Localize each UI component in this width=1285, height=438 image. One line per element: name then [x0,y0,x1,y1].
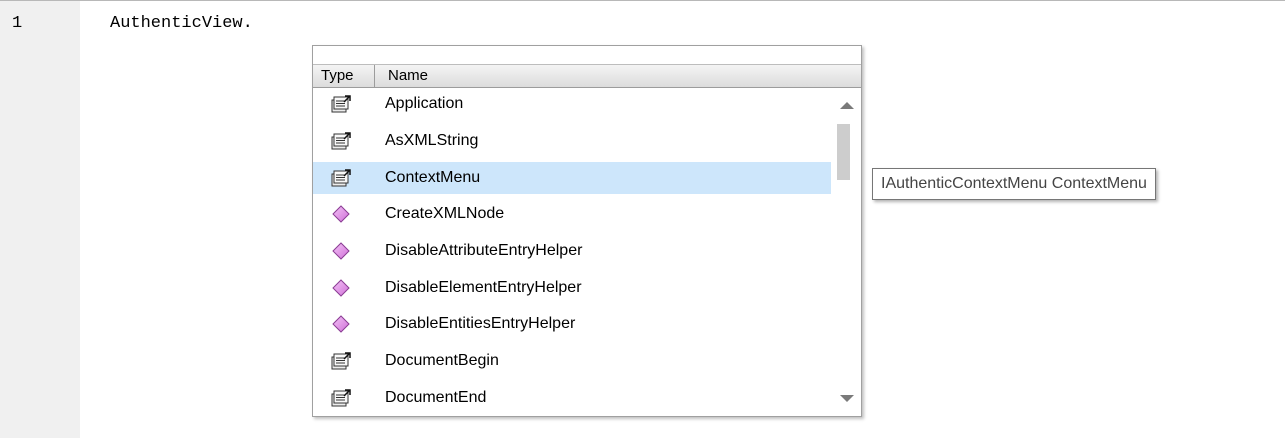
list-item-label: Application [385,95,464,112]
column-header-name[interactable]: Name [376,65,861,87]
autocomplete-popup: Type Name Application AsXMLString Contex… [312,45,862,417]
list-item[interactable]: DisableEntitiesEntryHelper [313,308,831,340]
list-item[interactable]: DocumentEnd [313,382,831,414]
property-icon [331,169,351,187]
property-icon [331,95,351,113]
autocomplete-list: Application AsXMLString ContextMenu Crea… [313,88,831,416]
method-icon [331,242,351,260]
member-tooltip: IAuthenticContextMenu ContextMenu [872,168,1156,200]
line-number: 1 [12,14,23,33]
property-icon [331,352,351,370]
list-item-label: DocumentEnd [385,389,487,406]
method-icon [331,205,351,223]
list-item-label: DisableEntitiesEntryHelper [385,315,576,332]
editor-top-border [0,0,1285,1]
list-item-label: DisableElementEntryHelper [385,279,582,296]
property-icon [331,389,351,407]
list-item-label: DisableAttributeEntryHelper [385,242,583,259]
vertical-scrollbar[interactable] [833,88,861,416]
method-icon [331,279,351,297]
list-item-label: AsXMLString [385,132,479,149]
line-number-gutter [0,1,80,438]
list-item[interactable]: DisableAttributeEntryHelper [313,235,831,267]
list-item[interactable]: AsXMLString [313,125,831,157]
list-item-label: ContextMenu [385,169,481,186]
property-icon [331,132,351,150]
autocomplete-header: Type Name [313,64,861,88]
scroll-up-arrow-icon[interactable] [840,102,854,109]
list-item[interactable]: Application [313,88,831,120]
list-item[interactable]: DocumentBegin [313,345,831,377]
list-item[interactable]: DisableElementEntryHelper [313,272,831,304]
scroll-thumb[interactable] [837,124,850,180]
list-item-label: DocumentBegin [385,352,499,369]
method-icon [331,315,351,333]
list-item[interactable]: ContextMenu [313,162,831,194]
list-item-label: CreateXMLNode [385,205,505,222]
list-item[interactable]: CreateXMLNode [313,198,831,230]
code-line[interactable]: AuthenticView. [110,14,253,33]
scroll-down-arrow-icon[interactable] [840,395,854,402]
column-header-type[interactable]: Type [313,65,375,87]
